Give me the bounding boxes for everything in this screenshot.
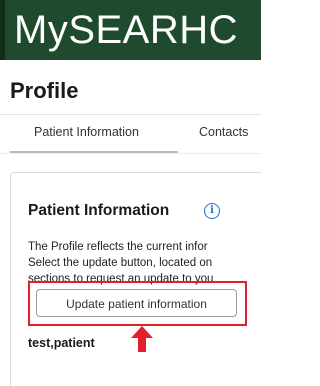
tabs-divider [0,153,261,154]
patient-name: test,patient [28,336,95,350]
brand-header: MySEARHC [0,0,261,60]
brand-logo-text[interactable]: MySEARHC [14,8,238,52]
highlight-annotation-box [28,281,247,326]
tab-contacts[interactable]: Contacts [199,124,248,140]
section-title: Patient Information [28,202,170,219]
header-divider [0,114,261,115]
info-icon[interactable]: i [204,203,220,219]
arrow-up-icon [131,326,153,352]
page-title: Profile [10,78,79,103]
description-line: The Profile reflects the current infor [28,241,208,253]
profile-screen: MySEARHC Profile Patient Information Con… [0,0,261,386]
description-line: Select the update button, located on [28,257,213,269]
tab-patient-information[interactable]: Patient Information [34,124,139,140]
brand-accent-stripe [0,0,5,60]
